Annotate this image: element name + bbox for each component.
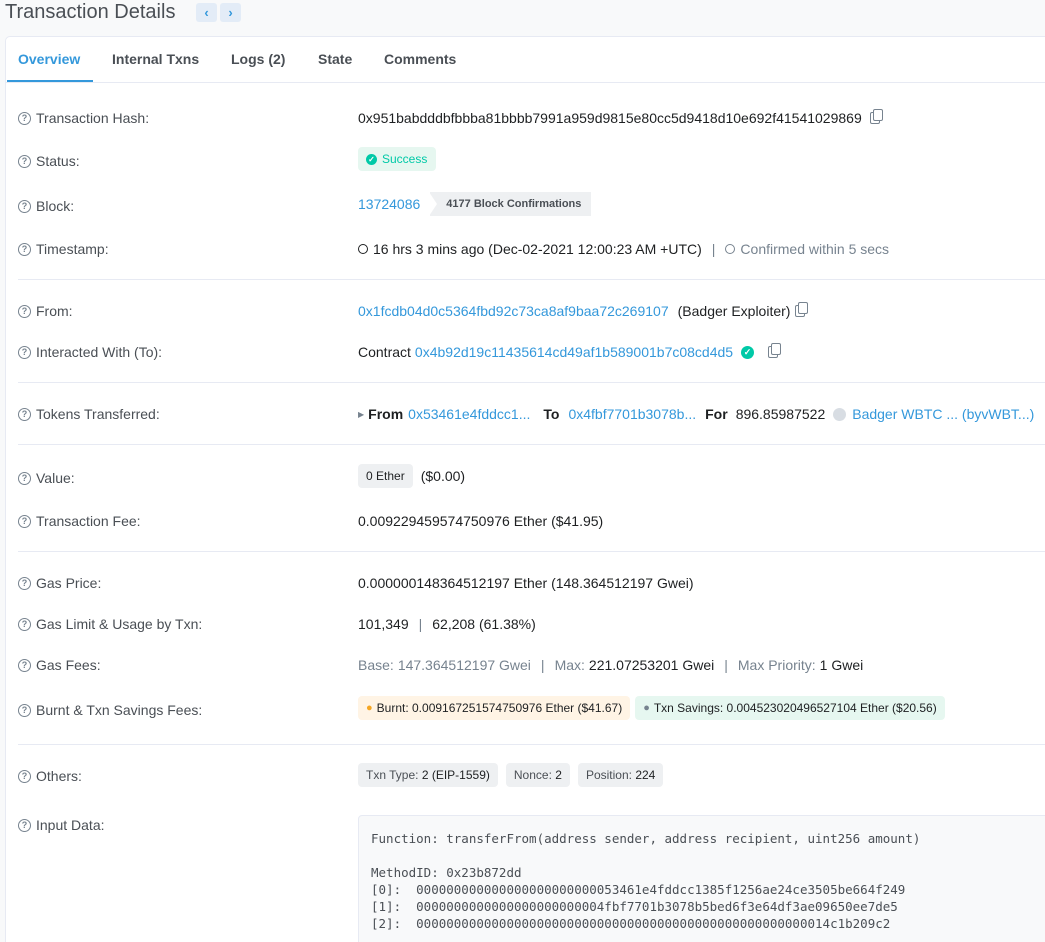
gas-price-label: ? Gas Price: — [18, 575, 101, 591]
help-icon[interactable]: ? — [18, 471, 31, 485]
nav-arrows: ‹ › — [196, 3, 241, 22]
help-icon[interactable]: ? — [18, 617, 31, 631]
others-label: ? Others: — [18, 768, 82, 784]
timestamp-label: ? Timestamp: — [18, 241, 109, 257]
burnt-fee-pill: ● Burnt: 0.009167251574750976 Ether ($41.… — [358, 696, 631, 720]
gas-limit-value-wrap: 101,349 | 62,208 (61.38%) — [358, 616, 536, 632]
help-icon[interactable]: ? — [18, 818, 31, 832]
hash-value-wrap: 0x951babdddbfbbba81bbbb7991a959d9815e80c… — [358, 109, 883, 126]
tab-logs[interactable]: Logs (2) — [231, 51, 285, 67]
from-value-wrap: 0x1fcdb04d0c5364fbd92c73ca8af9baa72c2691… — [358, 302, 809, 319]
divider — [18, 444, 1045, 445]
hash-value: 0x951babdddbfbbba81bbbb7991a959d9815e80c… — [358, 110, 862, 126]
check-circle-icon: ✓ — [366, 153, 377, 165]
status-value-wrap: ✓ Success — [358, 147, 437, 171]
gas-price-value: 0.000000148364512197 Ether (148.36451219… — [358, 575, 694, 591]
copy-icon[interactable] — [795, 302, 809, 317]
help-icon[interactable]: ? — [18, 703, 31, 717]
chevron-right-icon[interactable]: › — [220, 3, 241, 22]
txn-type-pill: Txn Type: 2 (EIP-1559) — [358, 763, 498, 787]
tokens-label: ? Tokens Transferred: — [18, 406, 160, 422]
nonce-pill: Nonce: 2 — [505, 763, 570, 787]
gas-fees-label: ? Gas Fees: — [18, 657, 101, 673]
help-icon[interactable]: ? — [18, 304, 31, 318]
help-icon[interactable]: ? — [18, 576, 31, 590]
copy-icon[interactable] — [768, 343, 782, 358]
value-label: ? Value: — [18, 470, 75, 486]
burnt-label: ? Burnt & Txn Savings Fees: — [18, 702, 202, 718]
block-label: ? Block: — [18, 198, 74, 214]
help-icon[interactable]: ? — [18, 154, 31, 168]
divider — [18, 382, 1045, 383]
to-value-wrap: Contract 0x4b92d19c11435614cd49af1b589001… — [358, 343, 782, 360]
timestamp-value-wrap: 16 hrs 3 mins ago (Dec-02-2021 12:00:23 … — [358, 241, 889, 257]
divider — [18, 279, 1045, 280]
from-label: ? From: — [18, 303, 73, 319]
savings-icon: ● — [643, 702, 650, 714]
position-pill: Position: 224 — [577, 763, 664, 787]
help-icon[interactable]: ? — [18, 769, 31, 783]
gas-fees-value-wrap: Base: 147.364512197 Gwei | Max: 221.072532… — [358, 657, 864, 673]
tab-state[interactable]: State — [318, 51, 352, 67]
gas-limit-label: ? Gas Limit & Usage by Txn: — [18, 616, 202, 632]
verified-check-icon: ✓ — [741, 345, 755, 359]
fee-label: ? Transaction Fee: — [18, 513, 141, 529]
tokens-value-wrap: ▶ From 0x53461e4fddcc1... To 0x4fbf7701b… — [358, 406, 1035, 422]
help-icon[interactable]: ? — [18, 199, 31, 213]
help-icon[interactable]: ? — [18, 242, 31, 256]
to-label: ? Interacted With (To): — [18, 344, 162, 360]
block-number-link[interactable]: 13724086 — [358, 196, 420, 212]
status-label: ? Status: — [18, 153, 80, 169]
page-title: Transaction Details — [5, 1, 176, 23]
others-value-wrap: Txn Type: 2 (EIP-1559) Nonce: 2 Position… — [358, 763, 671, 787]
clock-icon — [358, 244, 368, 254]
input-data-textarea[interactable]: Function: transferFrom(address sender, a… — [358, 815, 1045, 942]
tab-bar: Overview Internal Txns Logs (2) State Co… — [6, 37, 1045, 83]
block-value-wrap: 13724086 4177 Block Confirmations — [358, 192, 592, 216]
input-data-label: ? Input Data: — [18, 817, 105, 833]
from-address-link[interactable]: 0x1fcdb04d0c5364fbd92c73ca8af9baa72c2691… — [358, 303, 669, 319]
details-card: Overview Internal Txns Logs (2) State Co… — [5, 36, 1045, 942]
token-amount: 896.85987522 — [735, 406, 826, 422]
help-icon[interactable]: ? — [18, 111, 31, 125]
help-icon[interactable]: ? — [18, 345, 31, 359]
ether-value-pill: 0 Ether — [358, 464, 413, 488]
fee-value: 0.009229459574750976 Ether ($41.95) — [358, 513, 604, 529]
help-icon[interactable]: ? — [18, 407, 31, 421]
burnt-value-wrap: ● Burnt: 0.009167251574750976 Ether ($41.… — [358, 696, 945, 720]
contract-address-link[interactable]: 0x4b92d19c11435614cd49af1b589001b7c08cd4… — [415, 344, 733, 360]
from-name-tag: (Badger Exploiter) — [677, 303, 791, 319]
help-icon[interactable]: ? — [18, 514, 31, 528]
tab-comments[interactable]: Comments — [384, 51, 456, 67]
help-icon[interactable]: ? — [18, 658, 31, 672]
flame-icon: ● — [366, 702, 373, 714]
token-to-link[interactable]: 0x4fbf7701b3078b... — [568, 406, 696, 422]
divider — [18, 551, 1045, 552]
timer-icon — [725, 244, 736, 254]
caret-right-icon[interactable]: ▶ — [358, 410, 364, 419]
token-name-link[interactable]: Badger WBTC ... (byvWBT...) — [852, 406, 1034, 422]
active-tab-indicator — [7, 80, 93, 82]
status-badge: ✓ Success — [358, 147, 437, 171]
divider — [18, 744, 1045, 745]
token-from-link[interactable]: 0x53461e4fddcc1... — [408, 406, 530, 422]
tab-internal-txns[interactable]: Internal Txns — [112, 51, 199, 67]
tab-overview[interactable]: Overview — [18, 51, 80, 67]
copy-icon[interactable] — [869, 109, 883, 124]
txn-savings-pill: ● Txn Savings: 0.004523020496527104 Ether… — [635, 696, 945, 720]
hash-label: ? Transaction Hash: — [18, 110, 149, 126]
token-logo-icon — [833, 407, 847, 421]
value-value-wrap: 0 Ether ($0.00) — [358, 464, 465, 488]
chevron-left-icon[interactable]: ‹ — [196, 3, 217, 22]
block-confirmations-badge: 4177 Block Confirmations — [429, 192, 592, 216]
